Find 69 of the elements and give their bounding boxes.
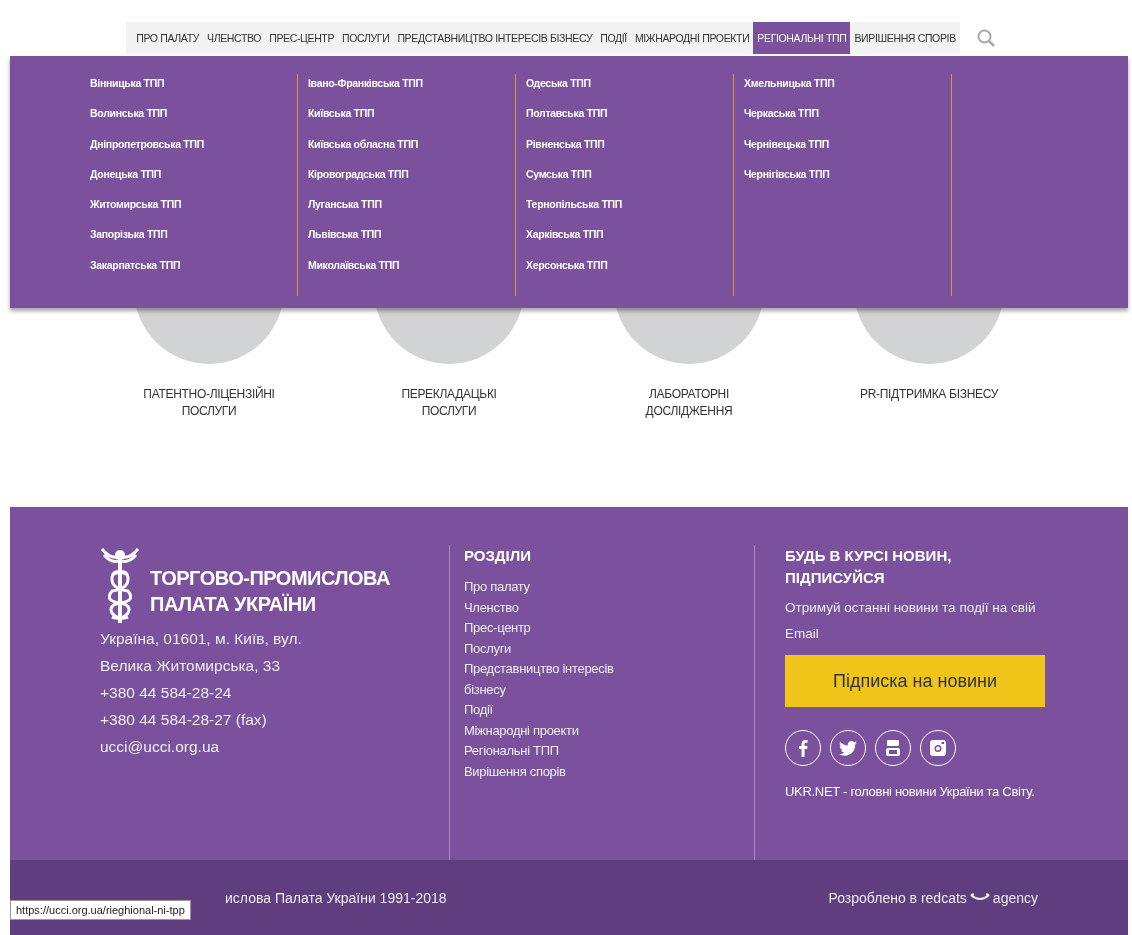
credit-text: agency xyxy=(992,889,1038,906)
region-link[interactable]: Черкаська ТПП xyxy=(744,104,951,124)
footer-link[interactable]: Прес-центр xyxy=(464,618,654,639)
service-title: PR-ПІДТРИМКА БІЗНЕСУ xyxy=(858,386,1000,403)
region-link[interactable]: Київська обласна ТПП xyxy=(308,134,515,154)
region-link[interactable]: Донецька ТПП xyxy=(90,164,297,184)
subscribe-text: Отримуй останні новини та події на свій Email xyxy=(785,599,1037,643)
nav-item[interactable]: ПРЕС-ЦЕНТР xyxy=(265,22,339,54)
brand-name: ТОРГОВО-ПРОМИСЛОВА ПАЛАТА УКРАЇНИ xyxy=(150,566,390,617)
nav-item[interactable]: ПОСЛУГИ xyxy=(338,22,394,54)
video-icon xyxy=(885,739,901,757)
nav-item[interactable]: ВИРІШЕННЯ СПОРІВ xyxy=(850,22,960,54)
region-link[interactable]: Полтавська ТПП xyxy=(526,104,733,124)
contact-line: +380 44 584-28-27 (fax) xyxy=(100,710,268,730)
nav-item[interactable]: МІЖНАРОДНІ ПРОЕКТИ xyxy=(630,22,754,54)
region-link[interactable]: Хмельницька ТПП xyxy=(744,74,951,93)
region-link[interactable]: Одеська ТПП xyxy=(526,74,733,93)
subscribe-button[interactable]: Підписка на новини xyxy=(785,655,1045,707)
region-link[interactable]: Дніпропетровська ТПП xyxy=(90,134,297,154)
contact-line: +380 44 584-28-24 xyxy=(100,683,233,703)
region-link[interactable]: Рівненська ТПП xyxy=(526,134,733,154)
nav-item[interactable]: ЧЛЕНСТВО xyxy=(203,22,266,54)
region-link[interactable]: Чернівецька ТПП xyxy=(744,134,951,154)
search-icon xyxy=(976,29,995,47)
facebook-icon xyxy=(798,739,808,757)
region-link[interactable]: Кіровоградська ТПП xyxy=(308,164,515,184)
contact-line: Велика Житомирська, 33 xyxy=(100,656,282,676)
region-link[interactable]: Вінницька ТПП xyxy=(90,74,297,93)
ukrnet-link[interactable]: UKR.NET - головні новини України та Світу. xyxy=(785,782,1045,802)
region-link[interactable]: Тернопільська ТПП xyxy=(526,195,733,215)
region-link[interactable]: Запорізька ТПП xyxy=(90,225,297,245)
nav-item[interactable]: ПРЕДСТАВНИЦТВО ІНТЕРЕСІВ БІЗНЕСУ xyxy=(393,22,597,54)
contact-line: Україна, 01601, м. Київ, вул. xyxy=(100,629,303,649)
camera-icon xyxy=(930,740,946,756)
footer-link[interactable]: Членство xyxy=(464,597,654,618)
footer-link[interactable]: Події xyxy=(464,700,654,721)
region-link[interactable]: Миколаївська ТПП xyxy=(308,255,515,275)
caduceus-logo-icon xyxy=(100,545,140,625)
bird-icon xyxy=(839,740,857,756)
credit-text: Розроблено в redcats xyxy=(828,889,967,906)
region-link[interactable]: Волинська ТПП xyxy=(90,104,297,124)
region-link[interactable]: Чернігівська ТПП xyxy=(744,164,951,184)
subscribe-heading: БУДЬ В КУРСІ НОВИН, ПІДПИСУЙСЯ xyxy=(785,546,953,588)
nav-item[interactable]: ПОДІЇ xyxy=(596,22,631,54)
footer-link[interactable]: Про палату xyxy=(464,577,654,598)
footer-link[interactable]: Вирішення спорів xyxy=(464,761,654,782)
footer-link[interactable]: Послуги xyxy=(464,638,654,659)
link-url-tooltip: https://ucci.org.ua/rieghional-ni-tpp xyxy=(10,900,191,920)
region-link[interactable]: Луганська ТПП xyxy=(308,195,515,215)
region-link[interactable]: Житомирська ТПП xyxy=(90,195,297,215)
region-link[interactable]: Львівська ТПП xyxy=(308,225,515,245)
service-title: ПЕРЕКЛАДАЦЬКІ ПОСЛУГИ xyxy=(400,386,498,420)
region-link[interactable]: Закарпатська ТПП xyxy=(90,255,297,275)
footer-link[interactable]: Представництво інтересів бізнесу xyxy=(464,659,654,700)
sections-heading: РОЗДІЛИ xyxy=(464,546,533,566)
service-title: ЛАБОРАТОРНІ ДОСЛІДЖЕННЯ xyxy=(644,386,734,420)
region-link[interactable]: Івано-Франківська ТПП xyxy=(308,74,515,93)
contact-line: ucci@ucci.org.ua xyxy=(100,737,221,757)
service-title: ПАТЕНТНО-ЛІЦЕНЗІЙНІ ПОСЛУГИ xyxy=(142,386,276,420)
smile-logo-icon xyxy=(969,892,990,903)
nav-item[interactable]: ПРО ПАЛАТУ xyxy=(132,22,204,54)
nav-item[interactable]: РЕГІОНАЛЬНІ ТПП xyxy=(753,22,851,54)
region-link[interactable]: Київська ТПП xyxy=(308,104,515,124)
region-link[interactable]: Сумська ТПП xyxy=(526,164,733,184)
footer-link[interactable]: Регіональні ТПП xyxy=(464,741,654,762)
footer-link[interactable]: Міжнародні проекти xyxy=(464,720,654,741)
region-link[interactable]: Херсонська ТПП xyxy=(526,255,733,275)
copyright-text: ислова Палата України 1991-2018 xyxy=(225,889,447,906)
region-link[interactable]: Харківська ТПП xyxy=(526,225,733,245)
